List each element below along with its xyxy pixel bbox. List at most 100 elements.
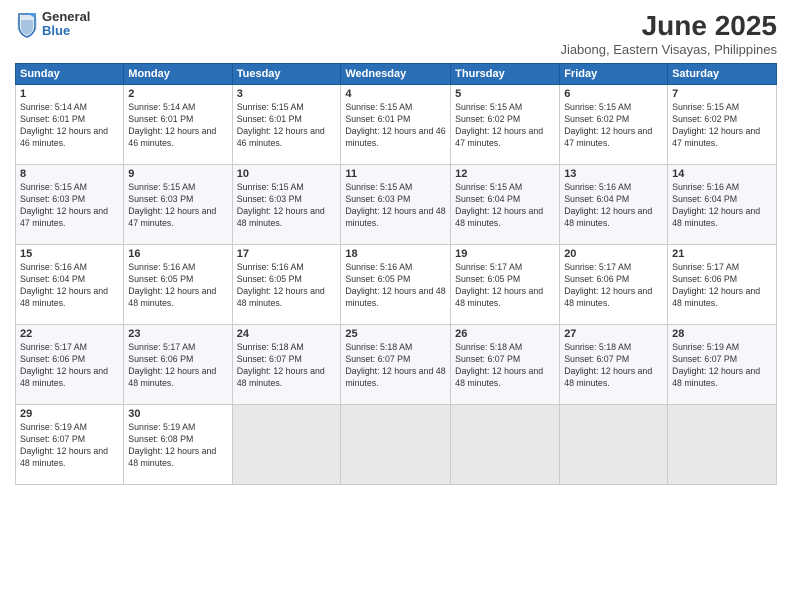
day-info: Sunrise: 5:19 AMSunset: 6:08 PMDaylight:… [128,422,216,468]
day-info: Sunrise: 5:17 AMSunset: 6:06 PMDaylight:… [128,342,216,388]
month-title: June 2025 [560,10,777,42]
day-info: Sunrise: 5:18 AMSunset: 6:07 PMDaylight:… [455,342,543,388]
day-info: Sunrise: 5:18 AMSunset: 6:07 PMDaylight:… [237,342,325,388]
day-info: Sunrise: 5:14 AMSunset: 6:01 PMDaylight:… [20,102,108,148]
calendar-cell [560,405,668,485]
day-info: Sunrise: 5:19 AMSunset: 6:07 PMDaylight:… [20,422,108,468]
week-row-4: 29 Sunrise: 5:19 AMSunset: 6:07 PMDaylig… [16,405,777,485]
day-info: Sunrise: 5:17 AMSunset: 6:06 PMDaylight:… [20,342,108,388]
day-number: 26 [455,328,555,340]
calendar-cell: 9 Sunrise: 5:15 AMSunset: 6:03 PMDayligh… [124,165,232,245]
page: General Blue June 2025 Jiabong, Eastern … [0,0,792,612]
calendar-cell: 12 Sunrise: 5:15 AMSunset: 6:04 PMDaylig… [451,165,560,245]
calendar-cell: 3 Sunrise: 5:15 AMSunset: 6:01 PMDayligh… [232,85,341,165]
logo: General Blue [15,10,90,39]
day-number: 14 [672,168,772,180]
calendar-cell: 4 Sunrise: 5:15 AMSunset: 6:01 PMDayligh… [341,85,451,165]
calendar-cell [232,405,341,485]
calendar-cell [451,405,560,485]
day-info: Sunrise: 5:15 AMSunset: 6:03 PMDaylight:… [20,182,108,228]
week-row-2: 15 Sunrise: 5:16 AMSunset: 6:04 PMDaylig… [16,245,777,325]
calendar-cell: 28 Sunrise: 5:19 AMSunset: 6:07 PMDaylig… [668,325,777,405]
calendar-cell: 7 Sunrise: 5:15 AMSunset: 6:02 PMDayligh… [668,85,777,165]
day-info: Sunrise: 5:15 AMSunset: 6:03 PMDaylight:… [128,182,216,228]
logo-blue-text: Blue [42,24,90,38]
col-tuesday: Tuesday [232,64,341,85]
week-row-0: 1 Sunrise: 5:14 AMSunset: 6:01 PMDayligh… [16,85,777,165]
calendar-cell: 16 Sunrise: 5:16 AMSunset: 6:05 PMDaylig… [124,245,232,325]
day-info: Sunrise: 5:15 AMSunset: 6:01 PMDaylight:… [345,102,445,148]
day-number: 11 [345,168,446,180]
day-number: 30 [128,408,227,420]
day-info: Sunrise: 5:16 AMSunset: 6:04 PMDaylight:… [564,182,652,228]
day-info: Sunrise: 5:15 AMSunset: 6:02 PMDaylight:… [455,102,543,148]
day-info: Sunrise: 5:15 AMSunset: 6:02 PMDaylight:… [564,102,652,148]
calendar-cell: 24 Sunrise: 5:18 AMSunset: 6:07 PMDaylig… [232,325,341,405]
day-number: 4 [345,88,446,100]
day-info: Sunrise: 5:15 AMSunset: 6:03 PMDaylight:… [237,182,325,228]
calendar-cell: 8 Sunrise: 5:15 AMSunset: 6:03 PMDayligh… [16,165,124,245]
day-number: 25 [345,328,446,340]
calendar-cell: 25 Sunrise: 5:18 AMSunset: 6:07 PMDaylig… [341,325,451,405]
calendar-cell: 10 Sunrise: 5:15 AMSunset: 6:03 PMDaylig… [232,165,341,245]
day-number: 8 [20,168,119,180]
day-number: 9 [128,168,227,180]
calendar-cell: 13 Sunrise: 5:16 AMSunset: 6:04 PMDaylig… [560,165,668,245]
calendar-cell: 11 Sunrise: 5:15 AMSunset: 6:03 PMDaylig… [341,165,451,245]
day-number: 1 [20,88,119,100]
day-number: 12 [455,168,555,180]
calendar-cell: 5 Sunrise: 5:15 AMSunset: 6:02 PMDayligh… [451,85,560,165]
col-thursday: Thursday [451,64,560,85]
calendar-cell: 30 Sunrise: 5:19 AMSunset: 6:08 PMDaylig… [124,405,232,485]
day-info: Sunrise: 5:16 AMSunset: 6:05 PMDaylight:… [128,262,216,308]
week-row-3: 22 Sunrise: 5:17 AMSunset: 6:06 PMDaylig… [16,325,777,405]
day-info: Sunrise: 5:17 AMSunset: 6:06 PMDaylight:… [672,262,760,308]
calendar-cell: 1 Sunrise: 5:14 AMSunset: 6:01 PMDayligh… [16,85,124,165]
calendar-cell: 18 Sunrise: 5:16 AMSunset: 6:05 PMDaylig… [341,245,451,325]
day-number: 17 [237,248,337,260]
day-info: Sunrise: 5:18 AMSunset: 6:07 PMDaylight:… [564,342,652,388]
calendar-cell: 15 Sunrise: 5:16 AMSunset: 6:04 PMDaylig… [16,245,124,325]
day-number: 27 [564,328,663,340]
col-friday: Friday [560,64,668,85]
title-block: June 2025 Jiabong, Eastern Visayas, Phil… [560,10,777,57]
day-info: Sunrise: 5:16 AMSunset: 6:05 PMDaylight:… [237,262,325,308]
calendar-cell: 19 Sunrise: 5:17 AMSunset: 6:05 PMDaylig… [451,245,560,325]
day-info: Sunrise: 5:17 AMSunset: 6:05 PMDaylight:… [455,262,543,308]
day-number: 16 [128,248,227,260]
calendar-cell: 29 Sunrise: 5:19 AMSunset: 6:07 PMDaylig… [16,405,124,485]
day-number: 29 [20,408,119,420]
day-info: Sunrise: 5:19 AMSunset: 6:07 PMDaylight:… [672,342,760,388]
calendar-cell: 14 Sunrise: 5:16 AMSunset: 6:04 PMDaylig… [668,165,777,245]
day-number: 18 [345,248,446,260]
calendar-cell: 2 Sunrise: 5:14 AMSunset: 6:01 PMDayligh… [124,85,232,165]
location: Jiabong, Eastern Visayas, Philippines [560,42,777,57]
day-info: Sunrise: 5:15 AMSunset: 6:03 PMDaylight:… [345,182,445,228]
calendar-cell: 23 Sunrise: 5:17 AMSunset: 6:06 PMDaylig… [124,325,232,405]
calendar-cell: 27 Sunrise: 5:18 AMSunset: 6:07 PMDaylig… [560,325,668,405]
day-number: 5 [455,88,555,100]
day-number: 7 [672,88,772,100]
day-info: Sunrise: 5:17 AMSunset: 6:06 PMDaylight:… [564,262,652,308]
day-info: Sunrise: 5:18 AMSunset: 6:07 PMDaylight:… [345,342,445,388]
day-info: Sunrise: 5:15 AMSunset: 6:01 PMDaylight:… [237,102,325,148]
day-info: Sunrise: 5:15 AMSunset: 6:04 PMDaylight:… [455,182,543,228]
calendar-cell: 6 Sunrise: 5:15 AMSunset: 6:02 PMDayligh… [560,85,668,165]
day-number: 19 [455,248,555,260]
day-number: 21 [672,248,772,260]
calendar-cell: 20 Sunrise: 5:17 AMSunset: 6:06 PMDaylig… [560,245,668,325]
calendar-cell: 21 Sunrise: 5:17 AMSunset: 6:06 PMDaylig… [668,245,777,325]
day-number: 10 [237,168,337,180]
col-monday: Monday [124,64,232,85]
col-sunday: Sunday [16,64,124,85]
week-row-1: 8 Sunrise: 5:15 AMSunset: 6:03 PMDayligh… [16,165,777,245]
day-info: Sunrise: 5:16 AMSunset: 6:04 PMDaylight:… [20,262,108,308]
day-number: 23 [128,328,227,340]
header: General Blue June 2025 Jiabong, Eastern … [15,10,777,57]
day-info: Sunrise: 5:14 AMSunset: 6:01 PMDaylight:… [128,102,216,148]
calendar-cell [341,405,451,485]
calendar-cell: 22 Sunrise: 5:17 AMSunset: 6:06 PMDaylig… [16,325,124,405]
calendar-cell: 26 Sunrise: 5:18 AMSunset: 6:07 PMDaylig… [451,325,560,405]
day-info: Sunrise: 5:16 AMSunset: 6:04 PMDaylight:… [672,182,760,228]
col-wednesday: Wednesday [341,64,451,85]
